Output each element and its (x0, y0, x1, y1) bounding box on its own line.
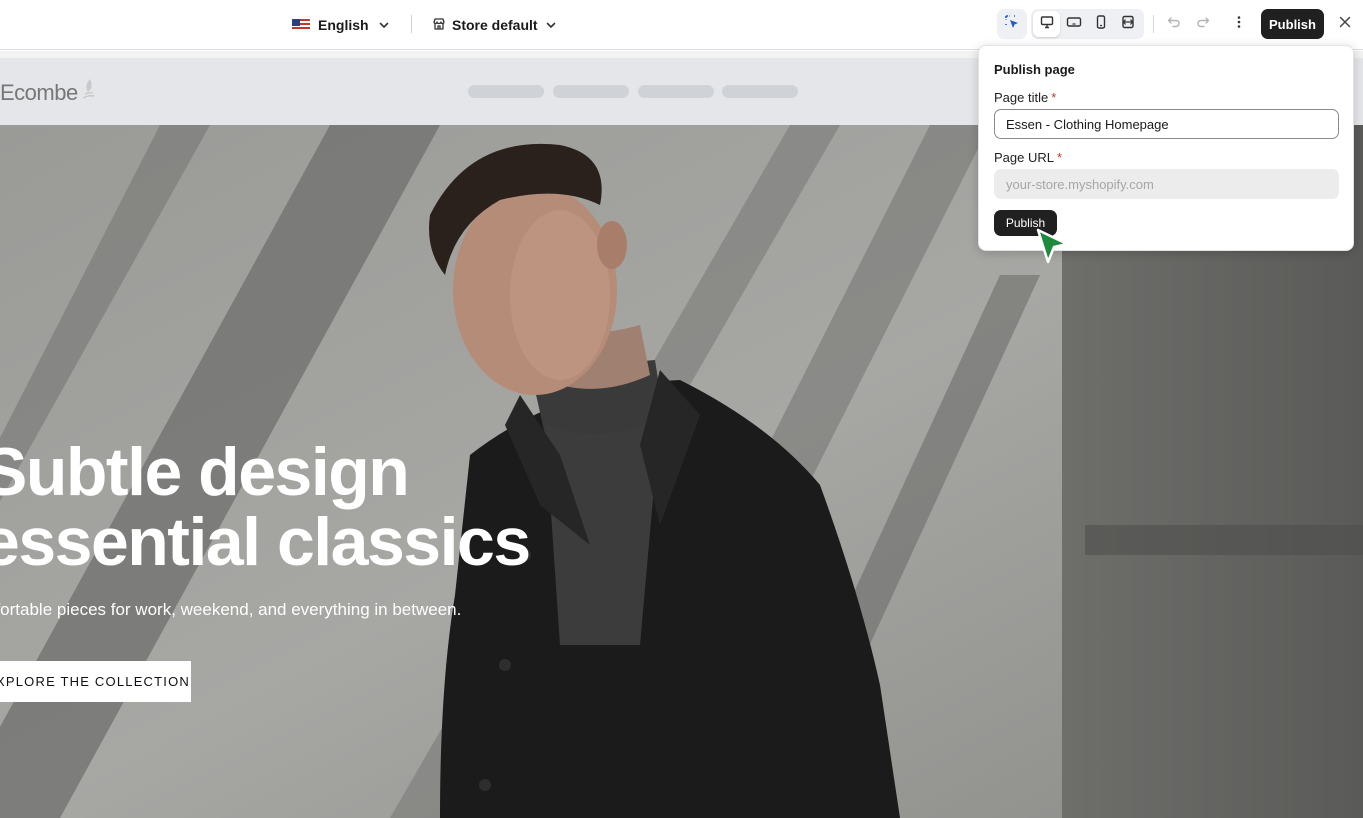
hero-title: Subtle design essential classics (0, 434, 531, 580)
language-selector[interactable]: English (292, 12, 391, 38)
tablet-landscape-icon (1066, 14, 1082, 35)
fit-width-icon (1120, 14, 1136, 35)
store-selector[interactable]: Store default (432, 12, 558, 38)
redo-icon (1195, 14, 1211, 35)
chevron-down-icon (377, 18, 391, 32)
hero-subtitle: nfortable pieces for work, weekend, and … (0, 600, 462, 619)
device-preview-group (1031, 9, 1144, 39)
desktop-view-button[interactable] (1033, 11, 1060, 37)
mobile-icon (1093, 14, 1109, 35)
page-title-label-text: Page title (994, 90, 1049, 105)
page-url-label: Page URL * (994, 150, 1062, 165)
undo-icon (1166, 14, 1182, 35)
language-label: English (318, 17, 369, 33)
popover-title: Publish page (994, 62, 1075, 77)
fit-width-view-button[interactable] (1114, 11, 1141, 37)
redo-button[interactable] (1189, 10, 1217, 38)
desktop-icon (1039, 14, 1055, 35)
nav-placeholder (722, 85, 798, 98)
page-title-label: Page title * (994, 90, 1056, 105)
publish-page-popover: Publish page Page title * Essen - Clothin… (978, 45, 1354, 251)
publish-button[interactable]: Publish (1261, 9, 1324, 39)
page-title-input[interactable]: Essen - Clothing Homepage (994, 109, 1339, 139)
mobile-view-button[interactable] (1087, 11, 1114, 37)
select-element-button[interactable] (997, 9, 1027, 39)
required-marker: * (1056, 150, 1063, 165)
toolbar-divider (1153, 15, 1154, 33)
leaf-logo-icon (80, 78, 96, 100)
store-label: Store default (452, 17, 538, 33)
logo-text: Ecombe (0, 80, 78, 105)
more-options-button[interactable] (1225, 10, 1253, 38)
site-logo[interactable]: Ecombe (0, 78, 96, 106)
page-url-input[interactable]: your-store.myshopify.com (994, 169, 1339, 199)
nav-placeholder (468, 85, 544, 98)
page-url-label-text: Page URL (994, 150, 1054, 165)
select-element-icon (1004, 14, 1020, 35)
nav-placeholder (553, 85, 629, 98)
tablet-landscape-view-button[interactable] (1060, 11, 1087, 37)
explore-collection-button[interactable]: XPLORE THE COLLECTION (0, 661, 191, 702)
close-editor-button[interactable] (1331, 10, 1359, 38)
nav-placeholder (638, 85, 714, 98)
store-icon (432, 17, 446, 34)
cursor-pointer-icon (1035, 228, 1071, 271)
close-icon (1338, 15, 1352, 34)
chevron-down-icon (544, 18, 558, 32)
toolbar-divider (411, 15, 412, 33)
editor-toolbar: English Store default Publish (0, 0, 1363, 50)
more-vertical-icon (1231, 14, 1247, 35)
undo-button[interactable] (1160, 10, 1188, 38)
us-flag-icon (292, 19, 310, 31)
required-marker: * (1051, 90, 1057, 105)
